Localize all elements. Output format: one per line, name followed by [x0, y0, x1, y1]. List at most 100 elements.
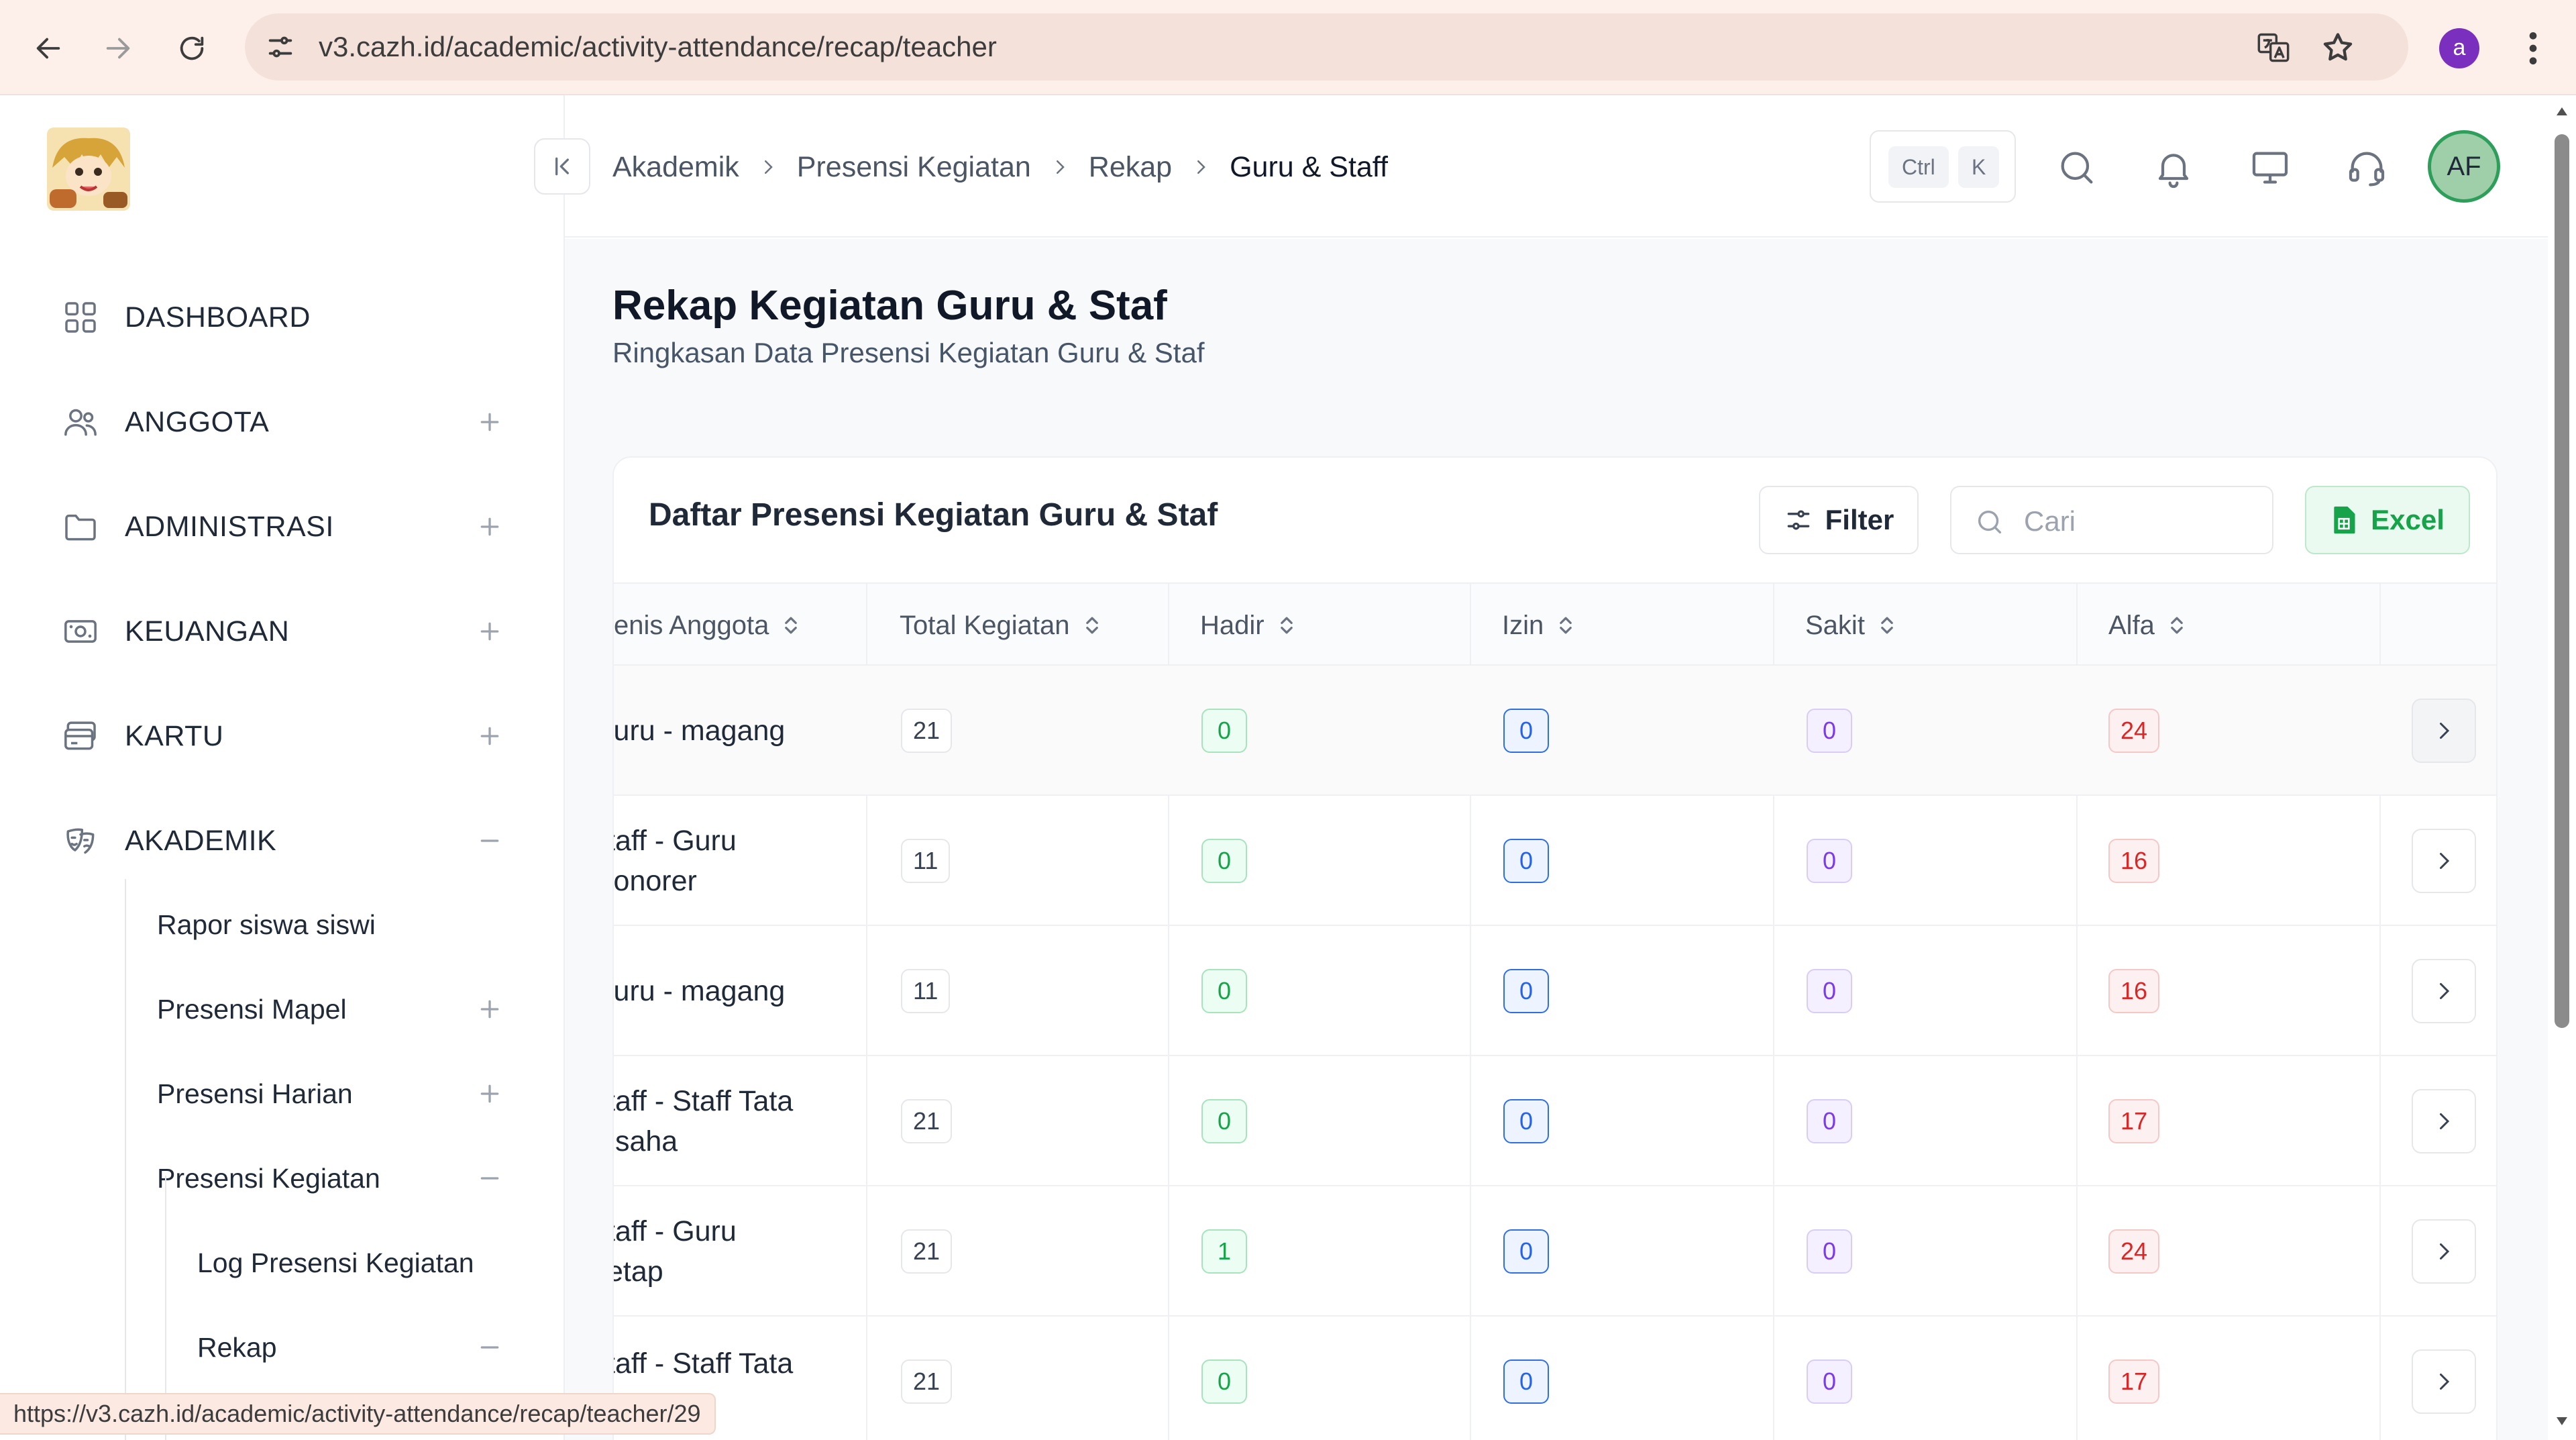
search-icon[interactable] — [2055, 146, 2098, 189]
minus-icon[interactable] — [476, 1334, 503, 1361]
bookmark-star-icon[interactable] — [2320, 30, 2355, 65]
filter-button-label: Filter — [1825, 504, 1894, 535]
table-row[interactable]: taff - Staff Tata 21 0 0 0 17 — [614, 1317, 2496, 1440]
translate-icon[interactable] — [2256, 30, 2291, 65]
user-avatar[interactable]: AF — [2428, 130, 2500, 203]
plus-icon[interactable] — [476, 1080, 503, 1107]
column-header-izin[interactable]: Izin — [1502, 584, 1576, 667]
filter-button[interactable]: Filter — [1759, 486, 1919, 554]
sidebar-item-akademik[interactable]: AKADEMIK — [60, 811, 503, 871]
minus-icon[interactable] — [476, 827, 503, 854]
column-header-hadir[interactable]: Hadir — [1200, 584, 1297, 667]
row-detail-button[interactable] — [2412, 699, 2476, 763]
users-icon — [60, 402, 101, 442]
sidebar-item-label: ANGGOTA — [125, 405, 270, 438]
sakit-badge: 0 — [1807, 1229, 1852, 1274]
sidebar-subitem-label: Rapor siswa siswi — [157, 909, 376, 940]
sort-icon — [1560, 617, 1572, 634]
reload-button[interactable] — [166, 23, 217, 74]
table-row[interactable]: iuru - magang 11 0 0 0 16 — [614, 926, 2496, 1056]
row-detail-button[interactable] — [2412, 1219, 2476, 1284]
cell-jenis-anggota: iuru - magang — [614, 926, 866, 1056]
app-logo[interactable] — [47, 127, 130, 211]
row-detail-button[interactable] — [2412, 1349, 2476, 1414]
main-content: Rekap Kegiatan Guru & Staf Ringkasan Dat… — [565, 239, 2548, 1440]
scroll-up-arrow-icon[interactable] — [2555, 105, 2569, 118]
address-bar[interactable]: v3.cazh.id/academic/activity-attendance/… — [245, 13, 2408, 81]
breadcrumb-rekap[interactable]: Rekap — [1089, 151, 1172, 184]
sidebar-subitem-log-presensi[interactable]: Log Presensi Kegiatan — [197, 1236, 503, 1290]
sidebar-item-anggota[interactable]: ANGGOTA — [60, 392, 503, 452]
sidebar-item-kartu[interactable]: KARTU — [60, 706, 503, 766]
sort-icon — [1085, 617, 1098, 634]
monitor-icon[interactable] — [2249, 146, 2292, 189]
mask-icon — [60, 821, 101, 861]
sidebar-subitem-rapor[interactable]: Rapor siswa siswi — [157, 898, 503, 952]
row-detail-button[interactable] — [2412, 959, 2476, 1023]
cell-jenis-anggota: taff - Staff Tata Isaha — [614, 1056, 866, 1186]
browser-profile-avatar[interactable]: a — [2439, 28, 2479, 68]
export-excel-button[interactable]: Excel — [2305, 486, 2470, 554]
izin-badge: 0 — [1503, 969, 1549, 1013]
plus-icon[interactable] — [476, 723, 503, 750]
plus-icon[interactable] — [476, 618, 503, 645]
column-header-sakit[interactable]: Sakit — [1805, 584, 1897, 667]
kbd-k: K — [1958, 146, 2000, 188]
back-button[interactable] — [23, 23, 74, 74]
breadcrumb-akademik[interactable]: Akademik — [612, 151, 739, 184]
cell-text: taff - Guru — [614, 825, 737, 857]
row-detail-button[interactable] — [2412, 829, 2476, 893]
table-row[interactable]: taff - Guru etap 21 1 0 0 24 — [614, 1186, 2496, 1317]
sidebar-subitem-presensi-mapel[interactable]: Presensi Mapel — [157, 982, 503, 1036]
reload-icon — [180, 36, 204, 60]
kebab-menu-icon[interactable] — [2517, 27, 2549, 70]
izin-badge: 0 — [1503, 1229, 1549, 1274]
column-header-jenis-anggota[interactable]: enis Anggota — [614, 584, 801, 667]
sidebar-subitem-presensi-harian[interactable]: Presensi Harian — [157, 1067, 503, 1121]
table-row[interactable]: iuru - magang 21 0 0 0 24 — [614, 666, 2496, 796]
sort-icon — [1881, 617, 1893, 634]
site-settings-icon[interactable] — [265, 32, 296, 62]
plus-icon[interactable] — [476, 996, 503, 1023]
breadcrumb-presensi-kegiatan[interactable]: Presensi Kegiatan — [797, 151, 1031, 184]
chevron-right-icon — [2440, 1374, 2450, 1390]
table-row[interactable]: taff - Guru lonorer 11 0 0 0 16 — [614, 796, 2496, 926]
izin-badge: 0 — [1503, 1099, 1549, 1143]
scroll-down-arrow-icon[interactable] — [2555, 1415, 2569, 1428]
sidebar-item-label: ADMINISTRASI — [125, 510, 334, 543]
breadcrumb-current: Guru & Staff — [1230, 150, 1388, 183]
sidebar-item-administrasi[interactable]: ADMINISTRASI — [60, 497, 503, 557]
column-header-total-kegiatan[interactable]: Total Kegiatan — [900, 584, 1102, 667]
plus-icon[interactable] — [476, 409, 503, 435]
sidebar-subitem-rekap[interactable]: Rekap — [197, 1321, 503, 1374]
collapse-sidebar-button[interactable] — [534, 138, 590, 195]
search-input[interactable] — [2024, 501, 2259, 542]
sort-icon — [785, 617, 798, 634]
forward-button[interactable] — [93, 23, 144, 74]
alfa-badge: 17 — [2108, 1359, 2160, 1404]
cell-text: iuru - magang — [614, 715, 786, 747]
headset-icon[interactable] — [2345, 146, 2388, 189]
page-scrollbar[interactable] — [2548, 95, 2576, 1440]
cell-jenis-anggota: taff - Guru lonorer — [614, 796, 866, 926]
sidebar-item-label: KARTU — [125, 719, 224, 752]
table-header: enis Anggota Total Kegiatan Hadir Izin S… — [614, 582, 2496, 667]
plus-icon[interactable] — [476, 513, 503, 540]
scrollbar-thumb[interactable] — [2555, 134, 2569, 1028]
sidebar-item-keuangan[interactable]: KEUANGAN — [60, 601, 503, 662]
minus-icon[interactable] — [476, 1165, 503, 1192]
sidebar-item-dashboard[interactable]: DASHBOARD — [60, 287, 503, 348]
bell-icon[interactable] — [2152, 146, 2195, 189]
sidebar-subitem-presensi-kegiatan[interactable]: Presensi Kegiatan — [157, 1151, 503, 1205]
page-title: Rekap Kegiatan Guru & Staf — [612, 282, 1167, 329]
hadir-badge: 1 — [1201, 1229, 1247, 1274]
hadir-badge: 0 — [1201, 1099, 1247, 1143]
grid-icon — [60, 297, 101, 338]
search-field[interactable] — [1950, 486, 2273, 554]
row-detail-button[interactable] — [2412, 1089, 2476, 1153]
column-header-alfa[interactable]: Alfa — [2108, 584, 2187, 667]
sakit-badge: 0 — [1807, 1359, 1852, 1404]
table-row[interactable]: taff - Staff Tata Isaha 21 0 0 0 17 — [614, 1056, 2496, 1186]
url-text[interactable]: v3.cazh.id/academic/activity-attendance/… — [319, 13, 997, 81]
command-palette-button[interactable]: Ctrl K — [1870, 130, 2016, 203]
